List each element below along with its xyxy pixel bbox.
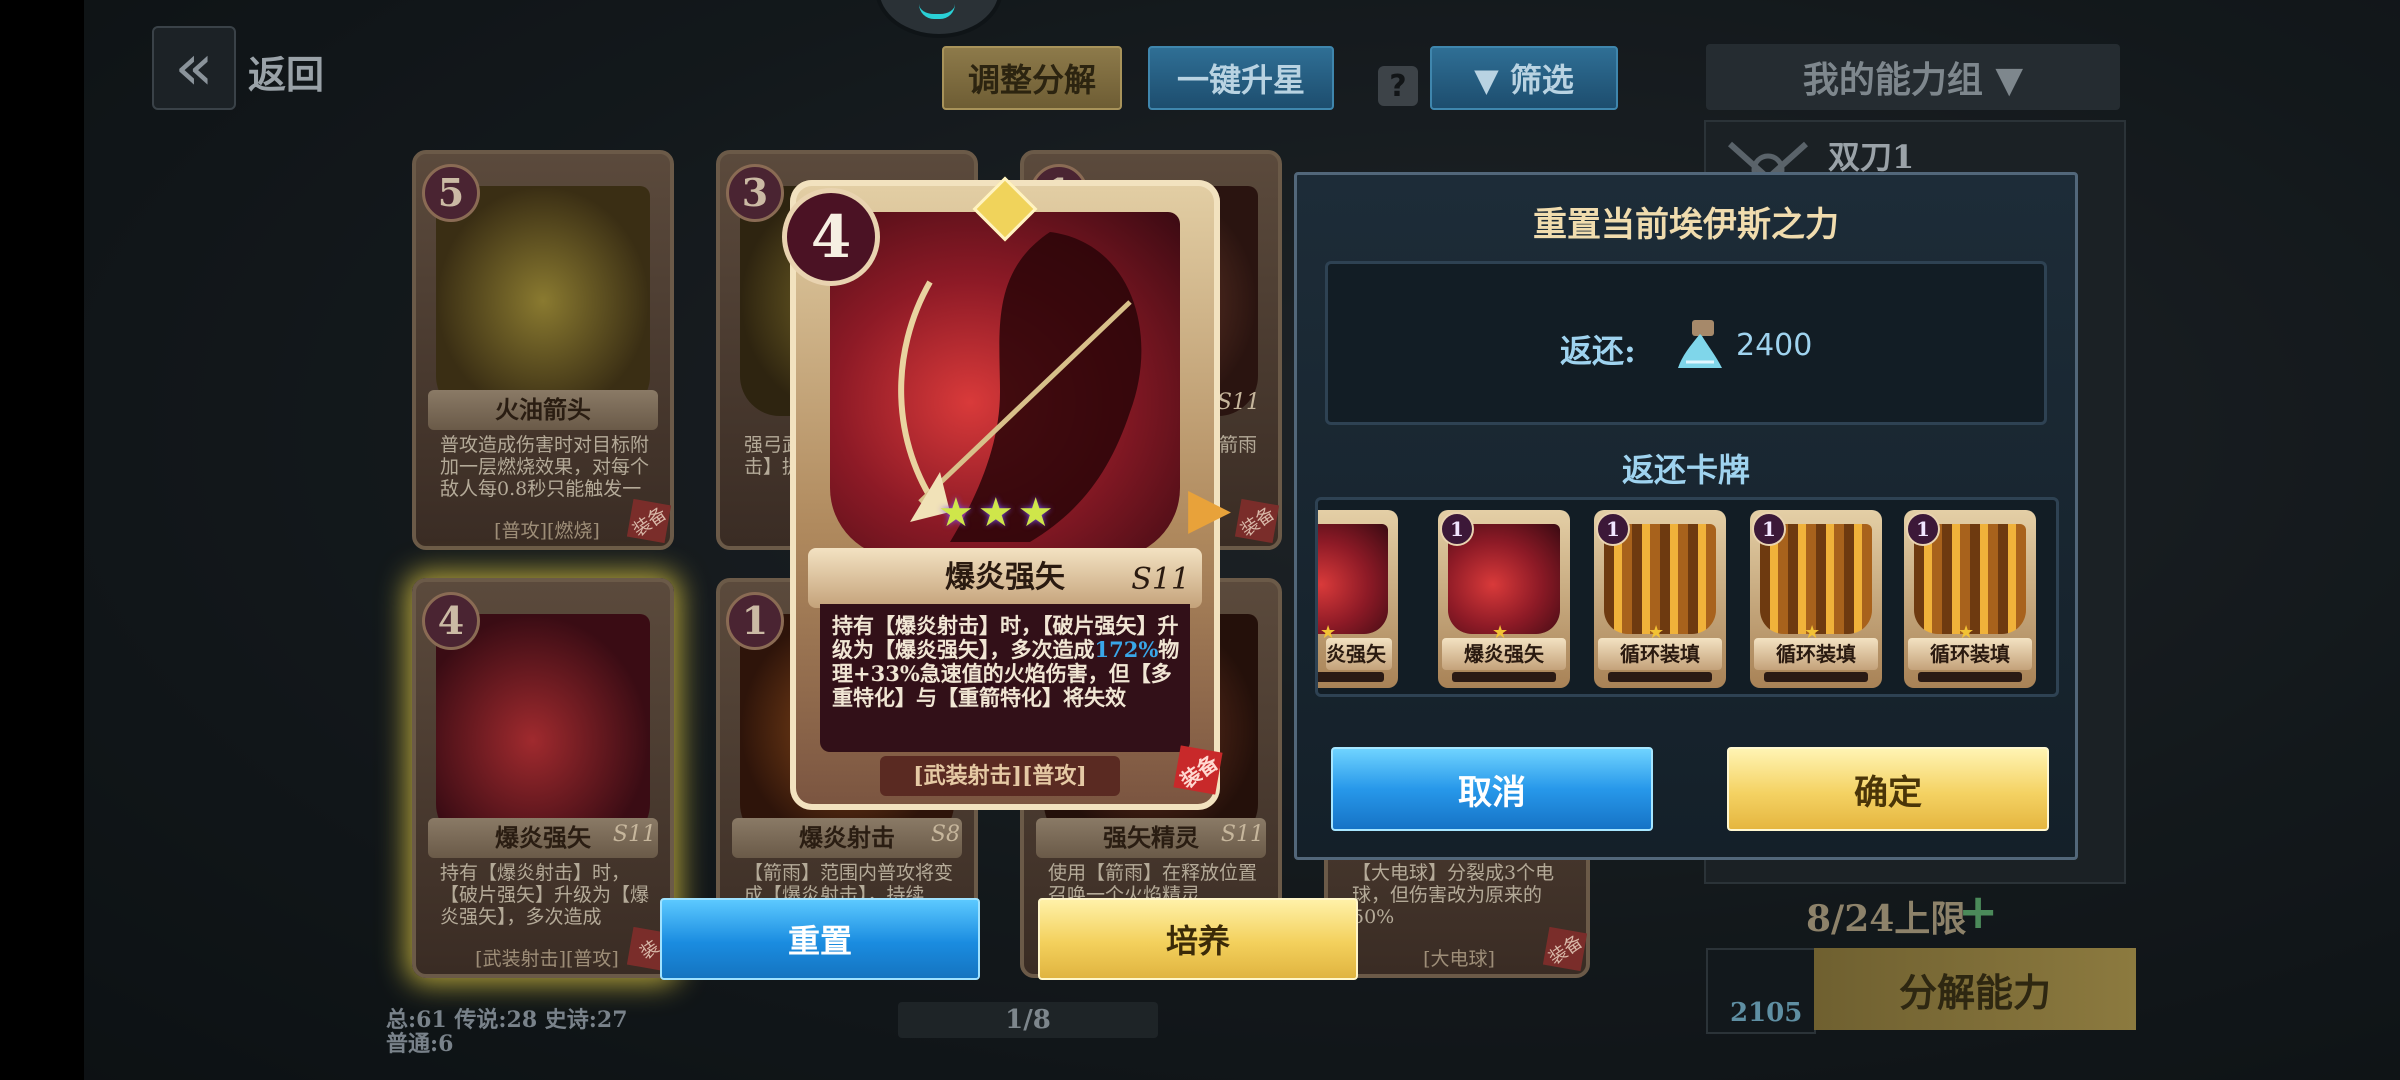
confirm-button[interactable]: 确定 [1727, 747, 2049, 831]
ability-card-selected[interactable]: 4 爆炎强矢 S11 持有【爆炎射击】时，【破片强矢】升级为【爆炎强矢】，多次造… [412, 578, 674, 978]
star-rating: ★★★ [938, 490, 1058, 536]
refund-card[interactable]: 1 ★ 爆炎强矢 [1438, 510, 1570, 688]
card-tags: [武装射击][普攻] [475, 948, 619, 970]
refund-cards-list[interactable]: ★ 炎强矢 1 ★ 爆炎强矢 1 ★ 循环装填 1 ★ 循环装填 1 ★ 循环装… [1315, 497, 2059, 697]
deck-limit-text: 8/24上限 [1806, 898, 1967, 940]
desc-highlight: 172% [1094, 637, 1159, 662]
card-name: 火油箭头 [428, 390, 658, 430]
refund-card-cost: 1 [1906, 512, 1940, 546]
card-cost: 1 [726, 592, 784, 650]
decompose-button[interactable]: 分解能力 [1814, 948, 2136, 1030]
dialog-title: 重置当前埃伊斯之力 [1533, 205, 1839, 245]
refund-card-name: 循环装填 [1754, 638, 1878, 670]
card-description: 持有【爆炎射击】时，【破片强矢】升级为【爆炎强矢】，多次造成172%物理+33%… [832, 614, 1182, 710]
card-season: S8 [930, 822, 960, 847]
card-cost: 4 [782, 188, 880, 286]
card-tags: [大电球] [1423, 948, 1495, 970]
card-tags: [普攻][燃烧] [494, 520, 600, 542]
card-cost: 5 [422, 164, 480, 222]
refund-box: 返还: 2400 [1325, 261, 2047, 425]
selected-card-detail: 4 ★★★ ▶ 爆炎强矢 S11 持有【爆炎射击】时，【破片强矢】升级为【爆炎强… [782, 176, 1220, 810]
double-chevron-left-icon: « [174, 31, 214, 105]
card-description: 【大电球】分裂成3个电球，但伤害改为原来的50% [1352, 862, 1555, 928]
decompose-cost-value: 2105 [1730, 998, 1803, 1028]
next-arrow-icon[interactable]: ▶ [1188, 476, 1231, 541]
adjust-decompose-button[interactable]: 调整分解 [942, 46, 1122, 110]
card-name-band: 爆炎强矢 S11 [808, 548, 1202, 608]
card-season: S11 [1220, 822, 1264, 847]
refund-card-cost: 1 [1752, 512, 1786, 546]
page-indicator: 1/8 [898, 1002, 1158, 1038]
help-icon[interactable]: ? [1378, 66, 1418, 106]
refund-card[interactable]: 1 ★ 循环装填 [1594, 510, 1726, 688]
filter-button[interactable]: ▼ 筛选 [1430, 46, 1618, 110]
card-description-box: 持有【爆炎射击】时，【破片强矢】升级为【爆炎强矢】，多次造成172%物理+33%… [820, 604, 1190, 752]
one-click-upgrade-button[interactable]: 一键升星 [1148, 46, 1334, 110]
refund-card-name: 炎强矢 [1326, 638, 1392, 670]
refund-card-name: 循环装填 [1908, 638, 2032, 670]
card-tags: [武装射击][普攻] [880, 756, 1120, 796]
reset-button[interactable]: 重置 [660, 898, 980, 980]
train-button[interactable]: 培养 [1038, 898, 1358, 980]
card-description: 持有【爆炎射击】时，【破片强矢】升级为【爆炎强矢】，多次造成172%物理+33%… [440, 862, 650, 928]
card-season: S11 [612, 822, 656, 847]
essence-fountain-icon [1678, 320, 1722, 368]
back-button[interactable]: « [152, 26, 236, 110]
add-limit-icon[interactable]: + [1958, 884, 1998, 940]
refund-card-cost: 1 [1596, 512, 1630, 546]
card-totals: 总:61 传说:28 史诗:27 普通:6 [386, 1007, 628, 1057]
card-cost: 3 [726, 164, 784, 222]
card-description: 普攻造成伤害时对目标附加一层燃烧效果，对每个敌人每0.8秒只能触发一次，普攻伤害… [440, 434, 650, 500]
refund-card-name: 爆炎强矢 [1442, 638, 1566, 670]
refund-card[interactable]: ★ 炎强矢 [1318, 510, 1398, 688]
game-screen: « 返回 调整分解 一键升星 ? ▼ 筛选 我的能力组 ▼ 双刀1 8/24上限… [0, 0, 2400, 1080]
card-name: 爆炎射击 [732, 818, 962, 858]
refund-card-cost: 1 [1440, 512, 1474, 546]
ability-group-dropdown[interactable]: 我的能力组 ▼ [1706, 44, 2120, 110]
refund-label: 返还: [1560, 332, 1636, 370]
ability-card[interactable]: 5 火油箭头 普攻造成伤害时对目标附加一层燃烧效果，对每个敌人每0.8秒只能触发… [412, 150, 674, 550]
back-label[interactable]: 返回 [248, 44, 324, 99]
reset-confirm-dialog: 重置当前埃伊斯之力 返还: 2400 返还卡牌 ★ 炎强矢 1 ★ 爆炎强矢 1… [1294, 172, 2078, 860]
cancel-button[interactable]: 取消 [1331, 747, 1653, 831]
refund-card[interactable]: 1 ★ 循环装填 [1904, 510, 2036, 688]
card-cost: 4 [422, 592, 480, 650]
refund-amount: 2400 [1736, 328, 1813, 363]
refund-card[interactable]: 1 ★ 循环装填 [1750, 510, 1882, 688]
card-season: S11 [1216, 390, 1260, 415]
card-season: S11 [1131, 562, 1190, 597]
refund-cards-title: 返还卡牌 [1621, 451, 1750, 489]
refund-card-name: 循环装填 [1598, 638, 1722, 670]
